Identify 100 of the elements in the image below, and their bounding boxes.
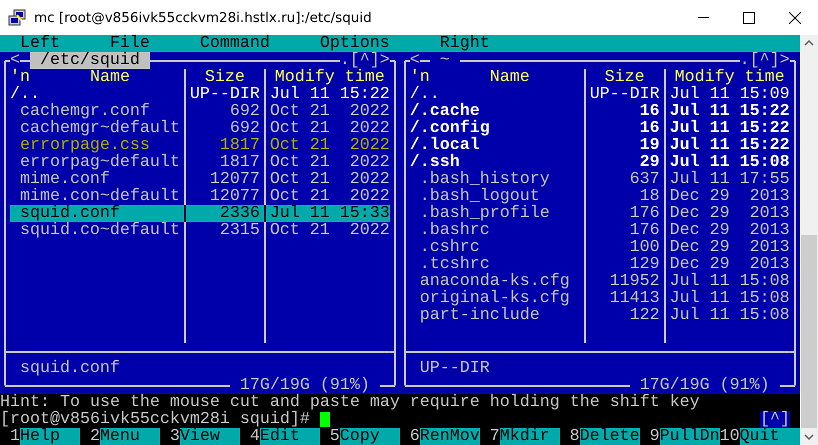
file-name: cachemgr~default (18, 120, 180, 137)
function-key[interactable]: Menu (100, 428, 160, 445)
column-header[interactable]: Size (604, 68, 645, 87)
column-header[interactable]: Modify time (674, 68, 785, 87)
file-size: 16 (638, 120, 660, 137)
menu-item[interactable]: Right (440, 35, 490, 52)
file-row[interactable]: errorpag~default 1817 Oct 21 2022 (10, 154, 390, 171)
file-row[interactable]: squid.conf 2336 Jul 11 15:33 (10, 205, 390, 222)
file-modify-time: Oct 21 2022 (270, 137, 390, 154)
function-key-number: 10 (720, 428, 740, 445)
function-key[interactable]: PullDn (660, 428, 720, 445)
file-row[interactable]: /.config 16 Jul 11 15:22 (410, 120, 790, 137)
function-key-number: 6 (408, 428, 420, 445)
file-name: squid.co~default (18, 222, 180, 239)
file-row[interactable]: anaconda-ks.cfg 11952 Jul 11 15:08 (410, 273, 790, 290)
panel-controls[interactable]: .[^]> (740, 52, 790, 69)
scrollbar-thumb[interactable] (801, 235, 817, 428)
file-name: .bash_profile (418, 205, 551, 222)
history-back-button[interactable]: < (410, 52, 420, 69)
file-row[interactable]: cachemgr.conf 692 Oct 21 2022 (10, 103, 390, 120)
file-modify-time: Oct 21 2022 (270, 222, 390, 239)
file-size: 29 (640, 154, 660, 171)
column-header[interactable]: Size (204, 68, 245, 87)
menu-item[interactable]: Command (200, 35, 270, 52)
file-size: 129 (630, 256, 660, 273)
file-size: 16 (638, 103, 660, 120)
file-row[interactable]: /.local 19 Jul 11 15:22 (410, 137, 790, 154)
function-key[interactable]: RenMov (420, 428, 480, 445)
file-name: mime.conf (18, 171, 110, 188)
file-row[interactable]: .tcshrc 129 Dec 29 2013 (410, 256, 790, 273)
file-row[interactable]: .bash_logout 18 Dec 29 2013 (410, 188, 790, 205)
file-modify-time: Dec 29 2013 (670, 205, 790, 222)
file-size: 176 (628, 205, 660, 222)
file-name: part-include (418, 307, 541, 324)
file-modify-time: Jul 11 15:08 (670, 307, 790, 324)
file-modify-time: Dec 29 2013 (670, 222, 790, 239)
function-key-number: 5 (328, 428, 340, 445)
function-key-number: 2 (88, 428, 100, 445)
menu-item[interactable]: Left (20, 35, 60, 52)
history-back-button[interactable]: < (10, 52, 20, 69)
file-row[interactable]: /.ssh 29 Jul 11 15:08 (410, 154, 790, 171)
file-row[interactable]: /.cache 16 Jul 11 15:22 (410, 103, 790, 120)
function-key[interactable]: Edit (260, 428, 320, 445)
file-size: 176 (628, 222, 660, 239)
function-key-number: 8 (568, 428, 580, 445)
file-size: 11413 (608, 290, 660, 307)
function-key[interactable]: Copy (340, 428, 400, 445)
function-key[interactable]: Mkdir (500, 428, 560, 445)
menu-item[interactable]: File (110, 35, 150, 52)
file-name: errorpage.css (18, 137, 150, 154)
file-row[interactable]: /.. UP--DIR Jul 11 15:09 (410, 86, 790, 103)
panel-controls[interactable]: .[^]> (340, 52, 390, 69)
function-key[interactable]: View (180, 428, 240, 445)
function-key[interactable]: Help (20, 428, 80, 445)
file-row[interactable]: .bash_history 637 Jul 11 17:55 (410, 171, 790, 188)
file-modify-time: Dec 29 2013 (670, 239, 790, 256)
function-key-number: 1 (8, 428, 20, 445)
file-name: /.cache (410, 103, 480, 120)
file-row[interactable]: mime.conf 12077 Oct 21 2022 (10, 171, 390, 188)
file-row[interactable]: errorpage.css 1817 Oct 21 2022 (10, 137, 390, 154)
file-size: 12077 (208, 171, 260, 188)
file-name: .bashrc (418, 222, 491, 239)
file-modify-time: Oct 21 2022 (270, 103, 390, 120)
file-name: /.config (410, 120, 491, 137)
file-row[interactable]: .bashrc 176 Dec 29 2013 (410, 222, 790, 239)
file-row[interactable]: .bash_profile 176 Dec 29 2013 (410, 205, 790, 222)
function-key-number: 4 (248, 428, 260, 445)
file-row[interactable]: original-ks.cfg 11413 Jul 11 15:08 (410, 290, 790, 307)
file-name: errorpag~default (18, 154, 180, 171)
sort-indicator[interactable]: 'n (410, 69, 430, 86)
file-name: /.ssh (410, 154, 460, 171)
function-key[interactable]: Delete (580, 428, 640, 445)
subshell-toggle[interactable]: [^] (760, 411, 790, 428)
file-modify-time: Jul 11 17:55 (670, 171, 790, 188)
file-name: /.local (410, 137, 480, 154)
file-modify-time: Jul 11 15:22 (670, 137, 790, 154)
panel-path: ~ (438, 52, 451, 69)
hint-text: Hint: To use the mouse cut and paste may require holding the shift key (0, 393, 700, 412)
file-row[interactable]: /.. UP--DIR Jul 11 15:22 (10, 86, 390, 103)
file-size: 19 (638, 137, 660, 154)
menu-item[interactable]: Options (320, 35, 390, 52)
file-row[interactable]: cachemgr~default 692 Oct 21 2022 (10, 120, 390, 137)
column-header[interactable]: Modify time (274, 68, 385, 87)
file-row[interactable]: part-include 122 Jul 11 15:08 (410, 307, 790, 324)
free-space: 17G/19G (91%) (240, 377, 371, 394)
file-modify-time: Jul 11 15:33 (270, 205, 390, 222)
file-name: mime.con~default (18, 188, 180, 205)
file-row[interactable]: mime.con~default 12077 Oct 21 2022 (10, 188, 390, 205)
column-header[interactable]: Name (90, 69, 130, 86)
file-name: /.. (410, 86, 440, 103)
file-size: 11952 (608, 273, 660, 290)
file-modify-time: Jul 11 15:22 (270, 86, 390, 103)
file-row[interactable]: squid.co~default 2315 Oct 21 2022 (10, 222, 390, 239)
column-header[interactable]: Name (490, 69, 530, 86)
file-modify-time: Jul 11 15:08 (670, 273, 790, 290)
file-name: squid.conf (18, 205, 120, 222)
function-key[interactable]: Quit (740, 428, 800, 445)
sort-indicator[interactable]: 'n (10, 69, 30, 86)
file-name: /.. (10, 86, 40, 103)
file-row[interactable]: .cshrc 100 Dec 29 2013 (410, 239, 790, 256)
